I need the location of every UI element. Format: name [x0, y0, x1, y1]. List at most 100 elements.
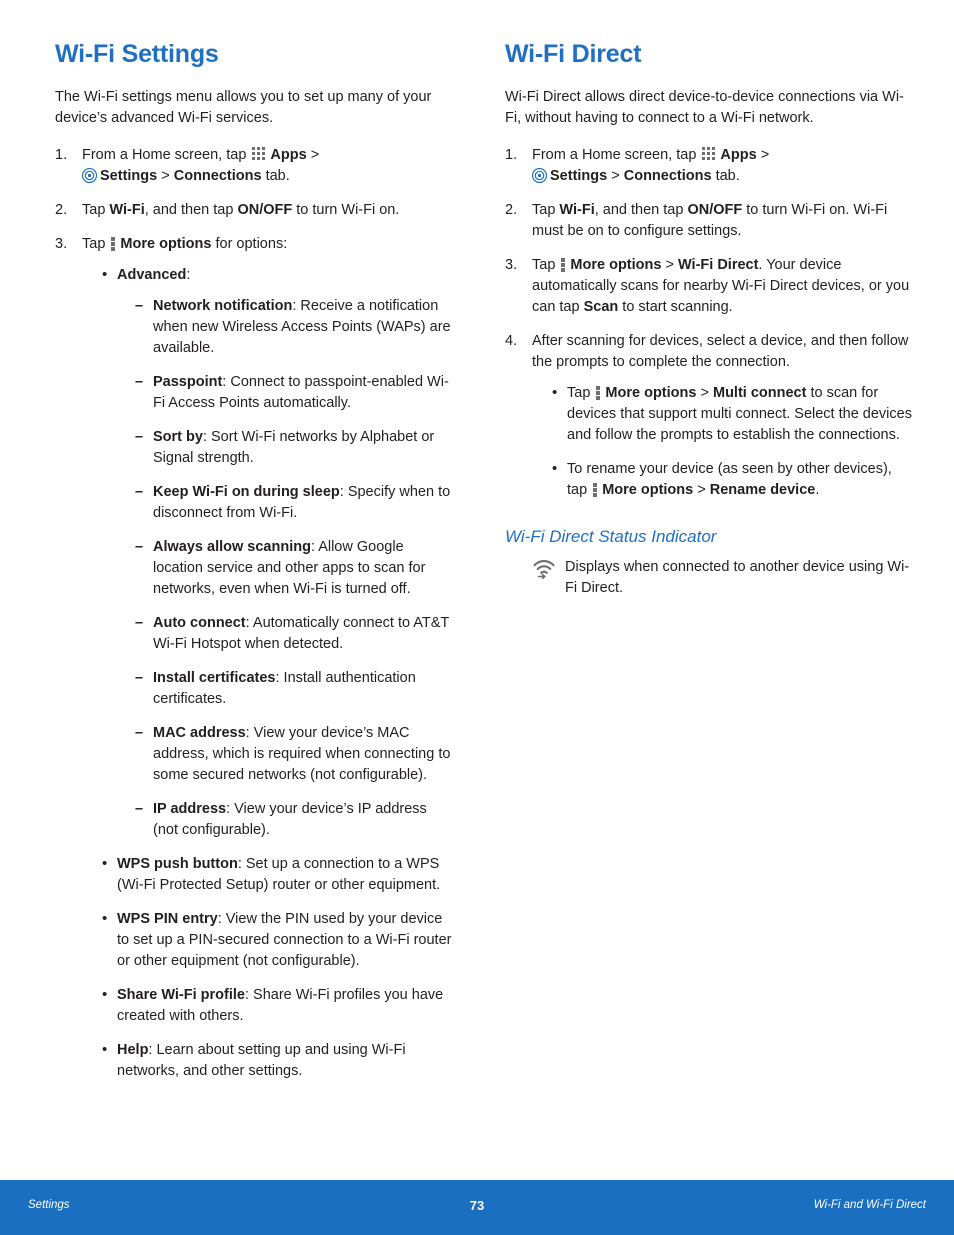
list-item: Network notification: Receive a notifica… — [134, 296, 455, 359]
step-text-b: , and then tap — [594, 202, 688, 218]
step4-bullet-list: Tap More options > Multi connect to scan… — [548, 382, 915, 501]
wifi-direct-icon-wrap — [531, 557, 565, 580]
step-text-pre: From a Home screen, tap — [82, 147, 251, 163]
advanced-bullet-list: Advanced: Network notification: Receive … — [98, 264, 455, 1082]
option-term: IP address — [153, 801, 227, 817]
list-item: 3. Tap More options for options: Advance… — [55, 234, 455, 1082]
list-item: 3. Tap More options > Wi-Fi Direct. Your… — [505, 255, 915, 318]
step-text-a: Tap — [532, 257, 560, 273]
footer-topic-label: Wi-Fi and Wi-Fi Direct — [813, 1199, 926, 1211]
left-intro-paragraph: The Wi-Fi settings menu allows you to se… — [55, 89, 432, 126]
settings-icon — [531, 167, 548, 184]
step-text-c: to turn Wi-Fi on. — [292, 202, 400, 218]
list-item: Auto connect: Automatically connect to A… — [134, 613, 455, 655]
option-term: Install certificates — [153, 670, 276, 686]
bullet-text-a: Tap — [567, 385, 595, 401]
list-item: MAC address: View your device’s MAC addr… — [134, 723, 455, 786]
settings-label: Settings — [100, 168, 158, 184]
option-term: Always allow scanning — [153, 539, 311, 555]
step-sep-1: > — [661, 257, 678, 273]
step-text-a: Tap — [82, 202, 110, 218]
list-item: WPS PIN entry: View the PIN used by your… — [98, 908, 455, 972]
scan-label: Scan — [583, 299, 619, 315]
connections-label: Connections — [623, 168, 712, 184]
option-term: WPS push button — [117, 856, 238, 872]
status-indicator-text: Displays when connected to another devic… — [565, 559, 910, 596]
step-sep-2: > — [157, 168, 174, 184]
step-text: From a Home screen, tap Apps > Settings … — [81, 147, 320, 184]
advanced-colon: : — [186, 267, 191, 283]
step-number: 4. — [505, 333, 518, 349]
wifi-label: Wi-Fi — [559, 202, 595, 218]
step-number: 1. — [505, 147, 518, 163]
page-footer: Settings 73 Wi-Fi and Wi-Fi Direct — [0, 1180, 954, 1235]
option-term: Sort by — [153, 429, 203, 445]
left-column: Wi-Fi Settings The Wi-Fi settings menu a… — [55, 40, 455, 1095]
right-column: Wi-Fi Direct Wi-Fi Direct allows direct … — [505, 40, 915, 599]
step-sep-1: > — [306, 147, 320, 163]
list-item: Keep Wi-Fi on during sleep: Specify when… — [134, 482, 455, 524]
step-text: Tap Wi-Fi, and then tap ON/OFF to turn W… — [532, 202, 887, 239]
apps-icon — [702, 147, 717, 162]
step-text: After scanning for devices, select a dev… — [532, 333, 909, 370]
list-item: Tap More options > Multi connect to scan… — [548, 382, 915, 446]
more-options-icon — [596, 385, 601, 400]
list-item: 1. From a Home screen, tap Apps > Settin… — [505, 145, 915, 187]
more-options-icon — [111, 236, 116, 251]
step-number: 2. — [55, 202, 68, 218]
more-options-label: More options — [602, 482, 694, 498]
step-text: Tap More options > Wi-Fi Direct. Your de… — [532, 257, 909, 315]
list-item: Passpoint: Connect to passpoint-enabled … — [134, 372, 455, 414]
apps-icon — [252, 147, 267, 162]
list-item: Always allow scanning: Allow Google loca… — [134, 537, 455, 600]
list-item: Help: Learn about setting up and using W… — [98, 1039, 455, 1082]
option-term: Network notification — [153, 298, 293, 314]
manual-page: Wi-Fi Settings The Wi-Fi settings menu a… — [0, 0, 954, 1235]
page-title-left: Wi-Fi Settings — [55, 40, 219, 68]
step-text: From a Home screen, tap Apps > Settings … — [531, 147, 769, 184]
status-indicator-row: Displays when connected to another devic… — [531, 557, 915, 599]
list-item: Share Wi-Fi profile: Share Wi-Fi profile… — [98, 984, 455, 1027]
bullet-sep: > — [693, 482, 710, 498]
option-term: Auto connect — [153, 615, 246, 631]
advanced-label: Advanced — [117, 267, 187, 283]
list-item: 1. From a Home screen, tap Apps > Settin… — [55, 145, 455, 187]
step-number: 3. — [505, 257, 518, 273]
step-number: 1. — [55, 147, 68, 163]
list-item: 2. Tap Wi-Fi, and then tap ON/OFF to tur… — [55, 200, 455, 221]
wifi-direct-icon — [531, 559, 557, 580]
apps-label: Apps — [270, 147, 307, 163]
step-text-a: Tap — [532, 202, 560, 218]
left-steps-list: 1. From a Home screen, tap Apps > Settin… — [55, 145, 455, 1082]
step-text-post: tab. — [261, 168, 290, 184]
wifi-label: Wi-Fi — [109, 202, 145, 218]
more-options-label: More options — [120, 236, 212, 252]
step-text-d: to start scanning. — [618, 299, 733, 315]
page-title-right: Wi-Fi Direct — [505, 40, 642, 68]
settings-icon — [81, 167, 98, 184]
option-term: Keep Wi-Fi on during sleep — [153, 484, 340, 500]
bullet-sep: > — [696, 385, 713, 401]
list-item: Advanced: Network notification: Receive … — [98, 264, 455, 841]
more-options-label: More options — [570, 257, 662, 273]
footer-page-number: 73 — [469, 1198, 485, 1213]
list-item: Sort by: Sort Wi-Fi networks by Alphabet… — [134, 427, 455, 469]
status-indicator-heading: Wi-Fi Direct Status Indicator — [505, 527, 717, 546]
option-term: Passpoint — [153, 374, 223, 390]
connections-label: Connections — [173, 168, 262, 184]
onoff-label: ON/OFF — [237, 202, 293, 218]
step-text-a: Tap — [82, 236, 110, 252]
onoff-label: ON/OFF — [687, 202, 743, 218]
more-options-icon — [593, 482, 598, 497]
step-text-post: tab. — [711, 168, 740, 184]
step-sep-2: > — [607, 168, 624, 184]
step-number: 3. — [55, 236, 68, 252]
option-term: Help — [117, 1042, 149, 1058]
list-item: Install certificates: Install authentica… — [134, 668, 455, 710]
option-term: MAC address — [153, 725, 246, 741]
wifi-direct-label: Wi-Fi Direct — [677, 257, 759, 273]
settings-label: Settings — [550, 168, 608, 184]
step-text: Tap Wi-Fi, and then tap ON/OFF to turn W… — [82, 202, 399, 218]
right-intro-paragraph: Wi-Fi Direct allows direct device-to-dev… — [505, 89, 904, 126]
advanced-options-list: Network notification: Receive a notifica… — [134, 296, 455, 841]
